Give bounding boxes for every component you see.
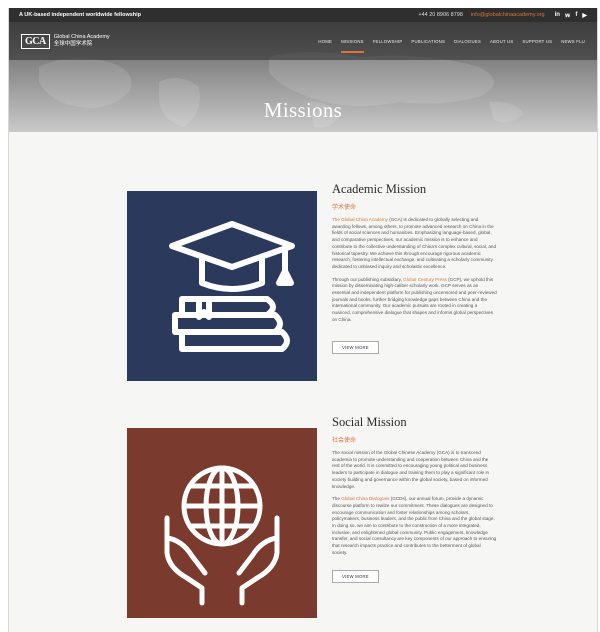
nav-item-fellowship[interactable]: FELLOWSHIP [373, 39, 403, 44]
top-info-bar: A UK-based independent worldwide fellows… [9, 8, 597, 22]
logo-mark: GCA [21, 33, 50, 49]
nav-item-about-us[interactable]: ABOUT US [490, 39, 514, 44]
nav-item-publications[interactable]: PUBLICATIONS [411, 39, 445, 44]
social-content: Social Mission 社会使命 The social mission o… [332, 415, 497, 583]
logo-name-zh: 全球中国学术院 [53, 41, 93, 47]
nav-menu: HOME MISSIONS FELLOWSHIP PUBLICATIONS DI… [318, 39, 585, 53]
globe-in-hands-icon [164, 465, 280, 606]
academic-content: Academic Mission 学术使命 The Global China A… [332, 182, 497, 354]
social-paragraph-1: The social mission of the Global Chinese… [332, 450, 490, 489]
nav-item-missions[interactable]: MISSIONS [341, 39, 364, 53]
social-title: Social Mission [332, 415, 407, 429]
academic-image [127, 191, 317, 381]
social-paragraph-2: The Global China Dialogues (GCDs), our a… [332, 496, 497, 555]
social-links: in 𝕨 f ▶ [555, 12, 587, 19]
logo-name-en: Global China Academy [53, 34, 110, 40]
email-link[interactable]: info@globalchinaacademy.org [471, 12, 545, 18]
graduation-cap-books-icon [169, 221, 295, 352]
gcd-link[interactable]: Global China Dialogues [341, 496, 389, 501]
tagline: A UK-based independent worldwide fellows… [19, 12, 142, 18]
main-navigation: GCA Global China Academy 全球中国学术院 HOME MI… [9, 22, 597, 60]
nav-item-dialogues[interactable]: DIALOGUES [454, 39, 481, 44]
page-title: Missions [263, 98, 343, 122]
x-twitter-icon[interactable]: 𝕨 [565, 12, 570, 19]
academic-view-more-button[interactable]: VIEW MORE [332, 340, 379, 354]
social-title-cn: 社会使命 [332, 438, 357, 444]
page-frame: A UK-based independent worldwide fellows… [8, 8, 598, 632]
nav-item-home[interactable]: HOME [318, 39, 332, 44]
academic-paragraph-2: Through our publishing subsidiary, Globa… [332, 276, 497, 322]
gca-link[interactable]: The Global China Academy [332, 217, 388, 222]
logo-names: Global China Academy 全球中国学术院 [54, 34, 110, 48]
academic-title-cn: 学术使命 [332, 205, 357, 211]
social-image [127, 428, 317, 618]
hero-banner: GCA Global China Academy 全球中国学术院 HOME MI… [9, 22, 597, 132]
social-view-more-button[interactable]: VIEW MORE [332, 569, 379, 583]
academic-title: Academic Mission [332, 182, 427, 196]
phone-link[interactable]: +44 20 8906 8798 [418, 12, 463, 18]
site-logo[interactable]: GCA Global China Academy 全球中国学术院 [21, 33, 110, 49]
youtube-icon[interactable]: ▶ [582, 12, 587, 19]
linkedin-icon[interactable]: in [555, 12, 560, 19]
academic-paragraph-1: The Global China Academy (GCA) is dedica… [332, 217, 497, 269]
nav-item-news-flu[interactable]: NEWS FLU [561, 39, 585, 44]
nav-item-support-us[interactable]: SUPPORT US [522, 39, 552, 44]
gcp-link[interactable]: Global Century Press [403, 277, 447, 282]
facebook-icon[interactable]: f [575, 12, 577, 19]
